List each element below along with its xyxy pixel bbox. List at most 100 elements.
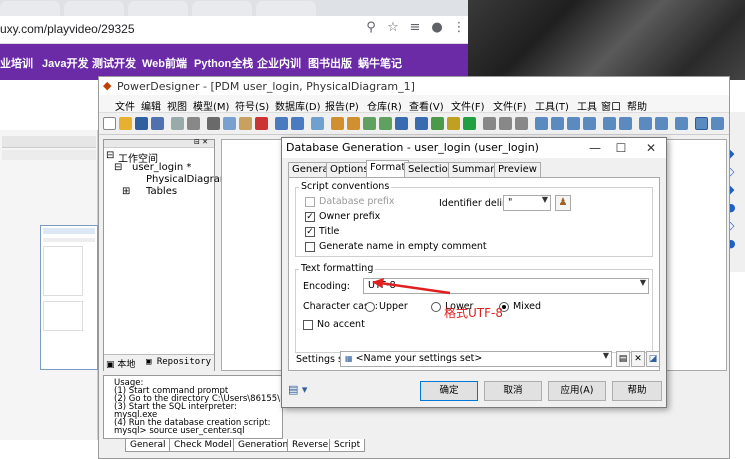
report-icon[interactable] [395, 117, 408, 130]
tool-icon[interactable] [499, 117, 512, 130]
tool-icon[interactable] [551, 117, 564, 130]
delete-icon[interactable] [255, 117, 268, 130]
ok-button[interactable]: 确定 [420, 381, 478, 401]
tree-expander-icon[interactable]: ⊟ [106, 150, 114, 161]
browser-tab[interactable] [192, 1, 252, 16]
database-icon[interactable] [331, 117, 344, 130]
tree-expander-icon[interactable]: ⊟ [114, 162, 122, 173]
nav-item[interactable]: Java开发 [42, 55, 88, 71]
output-tab[interactable]: Reverse [287, 439, 334, 452]
options-menu-icon[interactable]: ▤ ▾ [288, 384, 307, 395]
menu-item[interactable]: 工具 [577, 98, 597, 113]
nav-item[interactable]: 业培训 [0, 55, 33, 71]
text-icon[interactable] [463, 117, 476, 130]
tool-icon[interactable] [515, 117, 528, 130]
cut-icon[interactable] [207, 117, 220, 130]
menu-item[interactable]: 数据库(D) [275, 98, 321, 113]
save-all-icon[interactable] [151, 117, 164, 130]
menu-item[interactable]: 编辑 [141, 98, 161, 113]
tool-icon[interactable] [535, 117, 548, 130]
redo-icon[interactable] [291, 117, 304, 130]
tab-repository[interactable]: ▣ Repository [146, 357, 211, 367]
more-icon[interactable]: ⋮ [450, 21, 468, 39]
no-accent-checkbox[interactable] [303, 320, 313, 330]
menu-item[interactable]: 视图 [167, 98, 187, 113]
user-icon[interactable]: ♟ [555, 195, 571, 211]
menu-item[interactable]: 工具(T) [535, 98, 569, 113]
tool-icon[interactable] [583, 117, 596, 130]
pencil-icon[interactable] [447, 117, 460, 130]
database-icon[interactable] [347, 117, 360, 130]
menu-item[interactable]: 文件(F) [493, 98, 527, 113]
title-checkbox[interactable]: ✓ [305, 227, 315, 237]
browser-tab[interactable] [0, 1, 60, 16]
tool-icon[interactable] [619, 117, 632, 130]
menu-item[interactable]: 仓库(R) [367, 98, 402, 113]
menu-item[interactable]: 文件 [115, 98, 135, 113]
menu-item[interactable]: 查看(V) [409, 98, 444, 113]
tool-icon[interactable] [639, 117, 652, 130]
browser-tab[interactable] [128, 1, 188, 16]
output-tab[interactable]: General [125, 439, 171, 452]
tab-preview[interactable]: Preview [494, 162, 541, 177]
close-icon[interactable]: ⊟ ✕ [194, 139, 208, 146]
menu-item[interactable]: 报告(P) [325, 98, 359, 113]
print-preview-icon[interactable] [171, 117, 184, 130]
check-icon[interactable] [431, 117, 444, 130]
menu-item[interactable]: 文件(F) [451, 98, 485, 113]
case-lower-radio[interactable] [431, 302, 441, 312]
settings-tool-icon[interactable]: ◪ [646, 351, 660, 367]
tool-icon[interactable] [711, 117, 724, 130]
database-prefix-checkbox[interactable] [305, 197, 315, 207]
owner-prefix-checkbox[interactable]: ✓ [305, 212, 315, 222]
generate-name-checkbox[interactable] [305, 242, 315, 252]
nav-item[interactable]: Python全栈 [194, 55, 253, 71]
browser-tab[interactable] [64, 1, 124, 16]
output-tab[interactable]: Generation [233, 439, 294, 452]
star-icon[interactable]: ☆ [384, 21, 402, 39]
menu-item[interactable]: 帮助 [627, 98, 647, 113]
settings-set-select[interactable]: ▦ <Name your settings set> ▼ [340, 351, 612, 367]
menu-item[interactable]: 模型(M) [193, 98, 229, 113]
tool-icon[interactable] [655, 117, 668, 130]
minimize-icon[interactable]: — [584, 139, 606, 157]
print-icon[interactable] [187, 117, 200, 130]
output-tab[interactable]: Script [329, 439, 366, 452]
tab-local[interactable]: ▣ 本地 [106, 357, 135, 370]
new-icon[interactable] [103, 117, 116, 130]
save-settings-icon[interactable]: ▤ [616, 351, 630, 367]
undo-icon[interactable] [275, 117, 288, 130]
tool-icon[interactable] [695, 117, 708, 130]
menu-item[interactable]: 符号(S) [235, 98, 269, 113]
reading-list-icon[interactable]: ≡ [406, 21, 424, 39]
model-node[interactable]: user_login * [132, 162, 191, 173]
tables-node[interactable]: Tables [146, 186, 177, 197]
tool-icon[interactable] [567, 117, 580, 130]
open-icon[interactable] [119, 117, 132, 130]
delete-settings-icon[interactable]: ✕ [631, 351, 645, 367]
tool-icon[interactable] [675, 117, 688, 130]
database-icon[interactable] [379, 117, 392, 130]
nav-item[interactable]: 蜗牛笔记 [358, 55, 402, 71]
cancel-button[interactable]: 取消 [484, 381, 542, 401]
tool-icon[interactable] [483, 117, 496, 130]
case-upper-radio[interactable] [365, 302, 375, 312]
save-icon[interactable] [135, 117, 148, 130]
help-button[interactable]: 帮助 [612, 381, 662, 401]
nav-item[interactable]: 企业内训 [257, 55, 301, 71]
output-tab[interactable]: Check Model [169, 439, 237, 452]
maximize-icon[interactable]: ☐ [610, 139, 632, 157]
address-bar[interactable]: uxy.com/playvideo/29325 ⚲ ☆ ≡ ● ⋮ [0, 16, 468, 44]
identifier-delimiter-select[interactable]: " ▼ [503, 195, 551, 211]
tool-icon[interactable] [603, 117, 616, 130]
model-icon[interactable] [311, 117, 324, 130]
profile-icon[interactable]: ● [428, 21, 446, 39]
close-icon[interactable]: ✕ [640, 139, 662, 157]
database-icon[interactable] [363, 117, 376, 130]
browser-tab[interactable] [256, 1, 316, 16]
zoom-icon[interactable]: ⚲ [362, 21, 380, 39]
nav-item[interactable]: 图书出版 [308, 55, 352, 71]
menu-item[interactable]: 窗口 [601, 98, 621, 113]
nav-item[interactable]: Web前端 [142, 55, 187, 71]
nav-item[interactable]: 测试开发 [92, 55, 136, 71]
